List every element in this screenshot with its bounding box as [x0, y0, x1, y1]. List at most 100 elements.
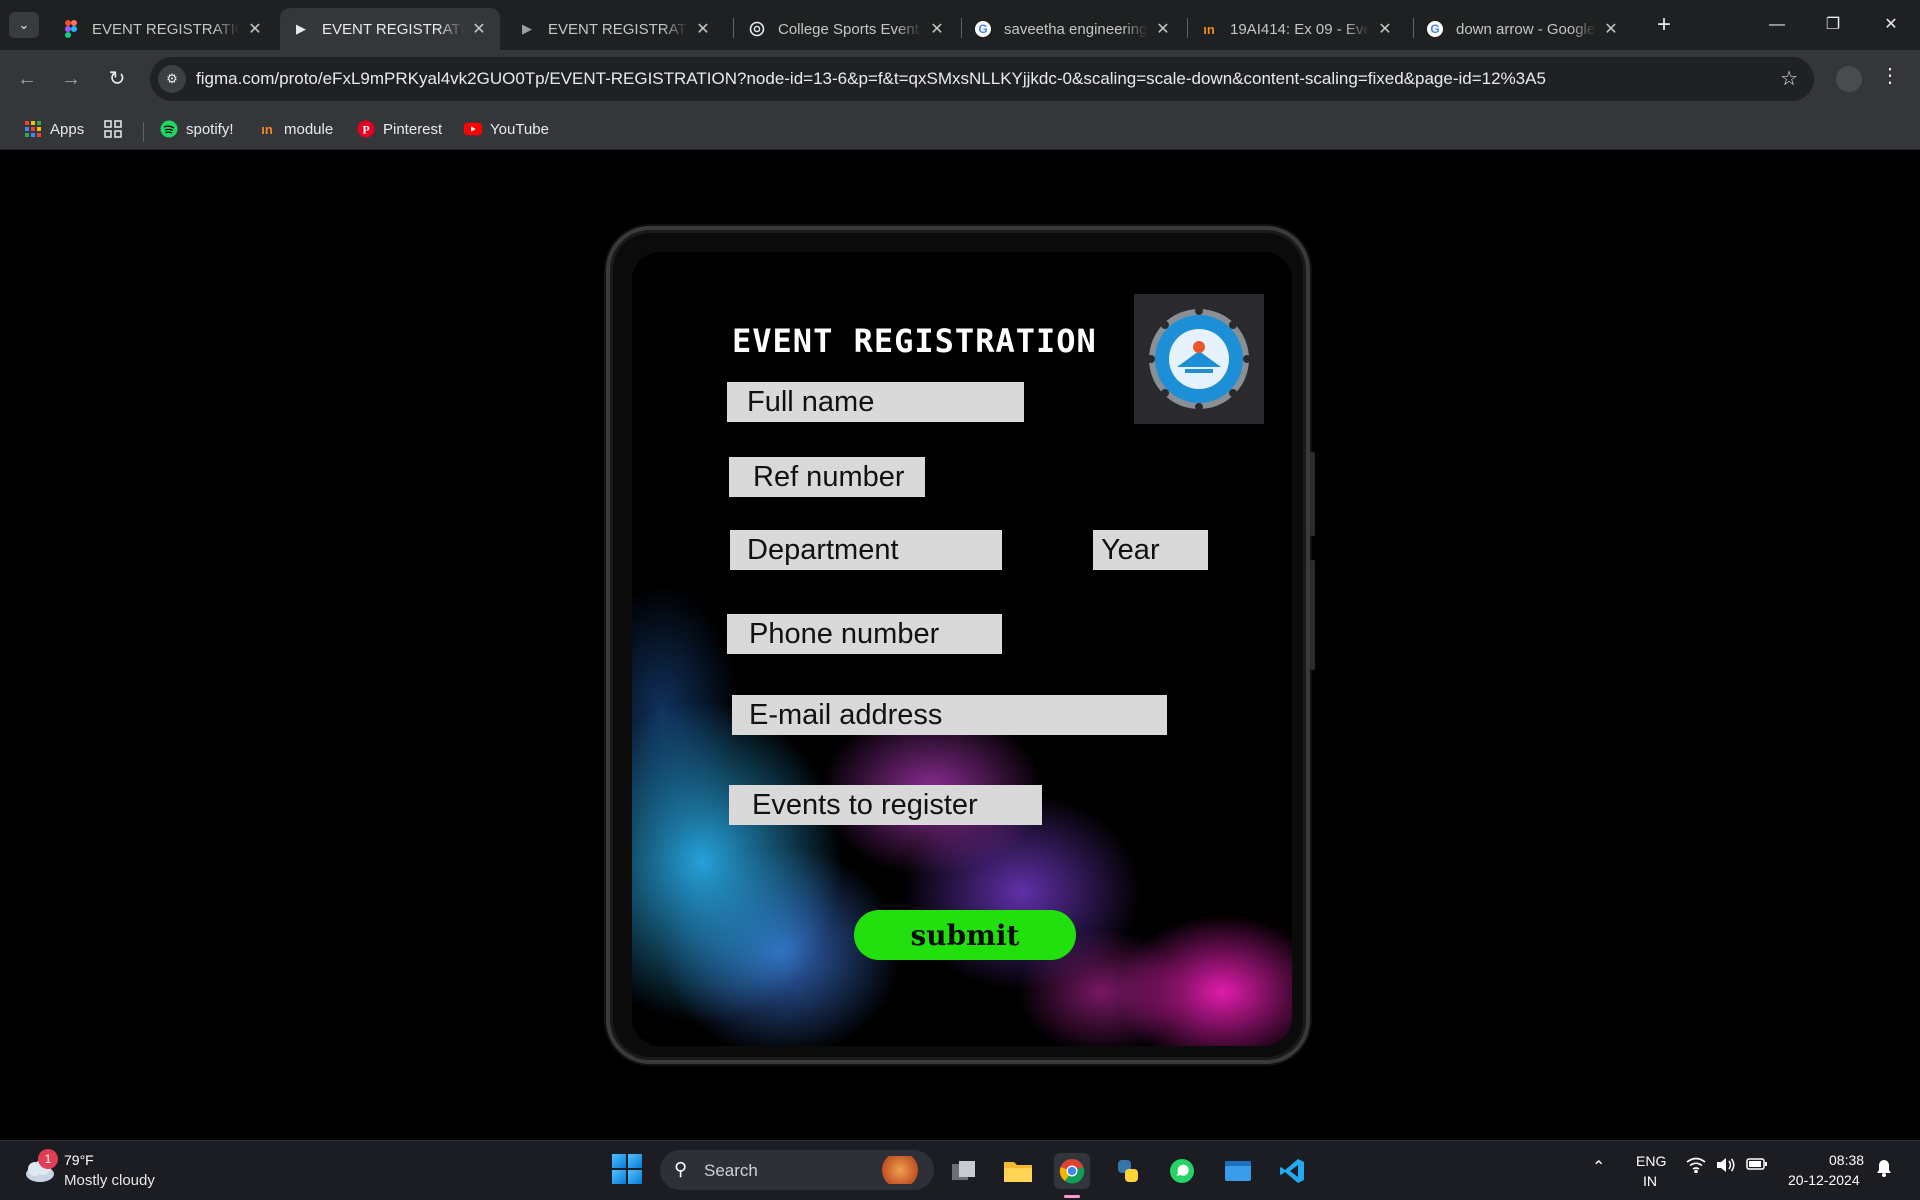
- weather-temperature: 79°F: [64, 1152, 94, 1168]
- tab-title: College Sports Event: [778, 20, 919, 38]
- minimize-button[interactable]: —: [1754, 10, 1800, 40]
- year-field[interactable]: Year: [1093, 530, 1208, 570]
- reload-button[interactable]: ↻: [102, 64, 132, 94]
- clock-date[interactable]: 20-12-2024: [1788, 1172, 1860, 1188]
- search-placeholder: Search: [704, 1161, 758, 1180]
- clock-time[interactable]: 08:38: [1829, 1152, 1864, 1168]
- windows-taskbar: 1 79°F Mostly cloudy ⚲ Search ⌃ ENG IN 0…: [0, 1140, 1920, 1200]
- close-icon[interactable]: ✕: [1376, 19, 1394, 39]
- bookmark-label: Apps: [50, 120, 85, 138]
- registration-screen: EVENT REGISTRATION Full name Ref number …: [632, 252, 1292, 1046]
- figma-icon: [62, 20, 80, 38]
- submit-button[interactable]: submit: [854, 910, 1076, 960]
- address-bar[interactable]: ⚙ figma.com/proto/eFxL9mPRKyal4vk2GUO0Tp…: [150, 57, 1814, 101]
- active-app-indicator: [1064, 1195, 1080, 1198]
- close-icon[interactable]: ✕: [1602, 19, 1620, 39]
- ref-number-field[interactable]: Ref number: [729, 457, 925, 497]
- region-indicator: IN: [1643, 1173, 1657, 1189]
- google-icon: G: [1426, 20, 1444, 38]
- task-view-icon[interactable]: [946, 1153, 982, 1189]
- close-icon[interactable]: ✕: [928, 19, 946, 39]
- bookmarks-separator: [143, 122, 144, 142]
- file-explorer-icon[interactable]: [1000, 1153, 1036, 1189]
- page-title: EVENT REGISTRATION: [732, 322, 1097, 360]
- close-icon[interactable]: ✕: [1154, 19, 1172, 39]
- tab-separator: [733, 18, 734, 38]
- python-icon[interactable]: [1110, 1153, 1146, 1189]
- module-icon: ın: [1203, 21, 1215, 37]
- tab-groups-button[interactable]: [104, 117, 130, 141]
- spotify-icon: [160, 120, 178, 138]
- arrow-left-icon: ←: [17, 68, 37, 90]
- tab-strip: ⌄ EVENT REGISTRATION ✕ ▶ EVENT REGISTRAT…: [0, 0, 1920, 50]
- chrome-icon[interactable]: [1054, 1153, 1090, 1189]
- vscode-icon[interactable]: [1274, 1153, 1310, 1189]
- close-icon[interactable]: ✕: [470, 19, 488, 39]
- volume-icon[interactable]: [1716, 1157, 1736, 1178]
- department-field[interactable]: Department: [730, 530, 1002, 570]
- notification-bell-icon[interactable]: [1876, 1159, 1892, 1182]
- back-button[interactable]: ←: [12, 64, 42, 94]
- forward-button[interactable]: →: [56, 64, 86, 94]
- tab-event-registration-2[interactable]: ▶ EVENT REGISTRATION ✕: [280, 8, 500, 50]
- whatsapp-icon[interactable]: [1164, 1153, 1200, 1189]
- full-name-field[interactable]: Full name: [727, 382, 1024, 422]
- tab-19ai414[interactable]: ın 19AI414: Ex 09 - Even ✕: [1188, 8, 1406, 50]
- tray-overflow-chevron-icon[interactable]: ⌃: [1592, 1157, 1605, 1177]
- bookmark-youtube[interactable]: YouTube: [464, 117, 549, 141]
- tab-title: EVENT REGISTRATION: [322, 20, 464, 38]
- reload-icon: ↻: [108, 68, 126, 90]
- events-to-register-field[interactable]: Events to register: [729, 785, 1042, 825]
- close-icon[interactable]: ✕: [694, 19, 712, 39]
- email-address-field[interactable]: E-mail address: [732, 695, 1167, 735]
- tab-title: EVENT REGISTRATION: [92, 20, 240, 38]
- close-icon[interactable]: ✕: [246, 19, 264, 39]
- search-highlight-icon: [874, 1156, 926, 1184]
- site-info-icon[interactable]: ⚙: [158, 65, 186, 93]
- bookmark-spotify[interactable]: spotify!: [160, 117, 234, 141]
- phone-number-field[interactable]: Phone number: [727, 614, 1002, 654]
- url-text[interactable]: figma.com/proto/eFxL9mPRKyal4vk2GUO0Tp/E…: [196, 69, 1546, 89]
- close-window-button[interactable]: ✕: [1868, 10, 1914, 40]
- language-indicator[interactable]: ENG: [1636, 1153, 1666, 1169]
- windows-start-icon[interactable]: [612, 1154, 642, 1184]
- bookmarks-bar: Apps spotify! ın module P Pinterest YouT…: [0, 108, 1920, 150]
- bookmark-label: module: [284, 120, 334, 138]
- tab-down-arrow-google[interactable]: G down arrow - Google ✕: [1414, 8, 1632, 50]
- tab-event-registration-1[interactable]: EVENT REGISTRATION ✕: [50, 8, 276, 50]
- svg-text:P: P: [362, 123, 369, 137]
- taskbar-search[interactable]: ⚲ Search: [660, 1150, 934, 1190]
- bookmark-pinterest[interactable]: P Pinterest: [357, 117, 442, 141]
- profile-avatar[interactable]: [1836, 66, 1862, 92]
- college-logo: [1134, 294, 1264, 424]
- wifi-icon[interactable]: [1686, 1157, 1706, 1178]
- pinterest-icon: P: [357, 120, 375, 138]
- college-logo-emblem: [1147, 307, 1251, 411]
- tablet-side-button: [1310, 452, 1315, 536]
- figma-play-icon: ▶: [522, 21, 532, 36]
- tablet-frame: EVENT REGISTRATION Full name Ref number …: [606, 226, 1315, 1064]
- tab-groups-icon: [104, 120, 122, 138]
- module-icon: ın: [261, 121, 273, 137]
- tab-college-sports-event[interactable]: College Sports Event ✕: [736, 8, 958, 50]
- bookmark-module[interactable]: ın module: [258, 117, 333, 141]
- bookmark-apps[interactable]: Apps: [24, 117, 84, 141]
- new-tab-button[interactable]: +: [1650, 11, 1678, 39]
- chevron-down-icon: ⌄: [18, 17, 30, 32]
- tab-search-button[interactable]: ⌄: [9, 12, 39, 38]
- tab-saveetha-engineering[interactable]: G saveetha engineering ✕: [962, 8, 1184, 50]
- tab-event-registration-3[interactable]: ▶ EVENT REGISTRATION ✕: [506, 8, 724, 50]
- battery-icon[interactable]: [1746, 1157, 1768, 1176]
- restore-icon: ❐: [1825, 16, 1841, 33]
- apps-grid-icon: [24, 120, 42, 138]
- app-window-icon[interactable]: [1220, 1153, 1256, 1189]
- bookmark-star-icon[interactable]: ☆: [1780, 66, 1798, 91]
- weather-description: Mostly cloudy: [64, 1172, 155, 1189]
- browser-toolbar: ← → ↻ ⚙ figma.com/proto/eFxL9mPRKyal4vk2…: [0, 50, 1920, 108]
- restore-button[interactable]: ❐: [1810, 10, 1856, 40]
- page-viewport: EVENT REGISTRATION Full name Ref number …: [0, 150, 1920, 1140]
- svg-text:G: G: [1430, 22, 1439, 36]
- menu-kebab-icon[interactable]: ⋮: [1880, 63, 1900, 88]
- youtube-icon: [464, 120, 482, 138]
- chatgpt-icon: [748, 20, 766, 38]
